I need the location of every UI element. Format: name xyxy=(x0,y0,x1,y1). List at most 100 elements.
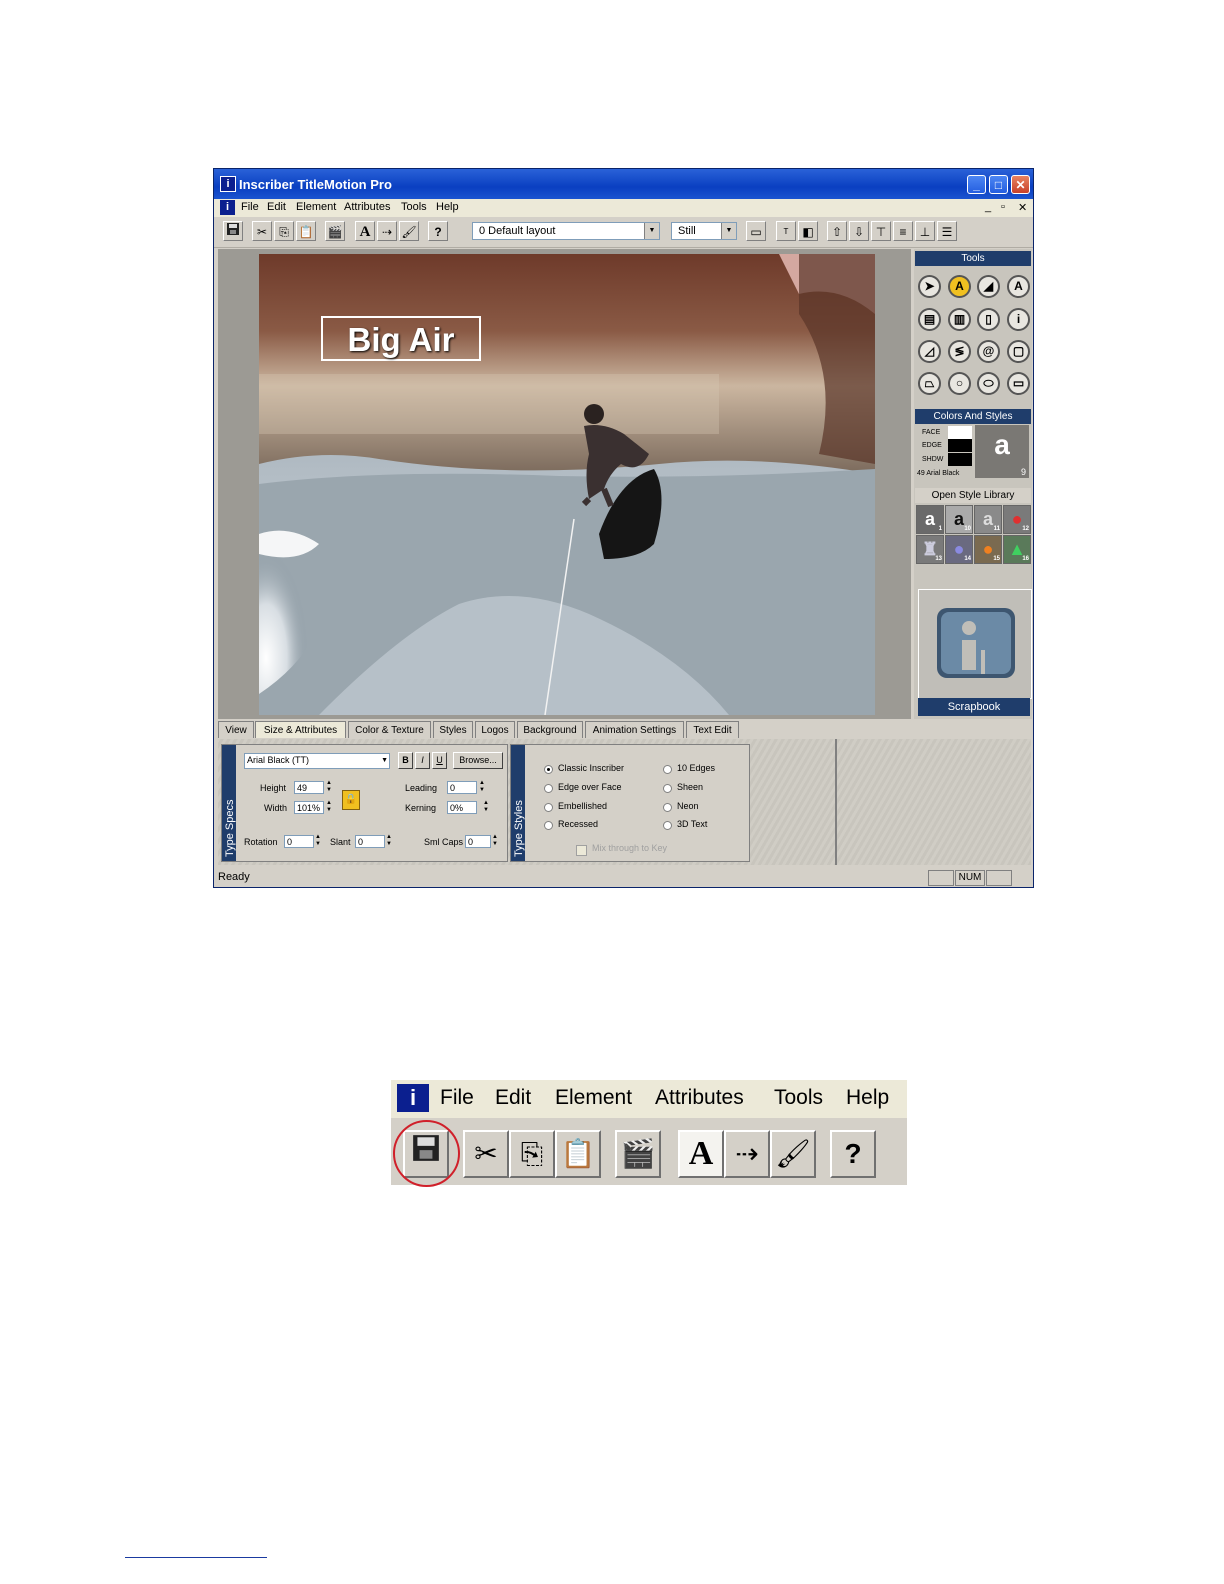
bring-forward-button[interactable]: ⇧ xyxy=(827,221,847,241)
menu-attributes[interactable]: Attributes xyxy=(344,201,390,213)
help-button[interactable]: ? xyxy=(830,1130,876,1178)
height-spinner[interactable]: ▲ ▼ xyxy=(325,780,333,794)
kerning-spinner[interactable]: ▲ ▼ xyxy=(482,800,490,814)
menu-file[interactable]: File xyxy=(241,201,259,213)
copy-button[interactable]: ⎘ xyxy=(274,221,294,241)
text-outline-tool-button[interactable]: A xyxy=(1007,275,1030,298)
tab-styles[interactable]: Styles xyxy=(433,721,473,738)
save-button[interactable] xyxy=(223,221,243,241)
rounded-rect-tool-button[interactable]: ▢ xyxy=(1007,340,1030,363)
text-tool-button[interactable]: A xyxy=(355,221,375,241)
mdi-restore-button[interactable]: ▫ xyxy=(1001,201,1005,213)
style-tile[interactable]: a 11 xyxy=(974,505,1002,534)
layout-dropdown[interactable]: 0 Default layout ▼ xyxy=(472,222,660,240)
logo-tool-button[interactable]: i xyxy=(1007,308,1030,331)
tab-color-texture[interactable]: Color & Texture xyxy=(348,721,431,738)
capsule-tool-button[interactable]: ▭ xyxy=(1007,372,1030,395)
align-middle-button[interactable]: ≡ xyxy=(893,221,913,241)
paste-button[interactable]: 📋 xyxy=(555,1130,601,1178)
text-safe-button[interactable]: T xyxy=(776,221,796,241)
edge-color-swatch[interactable] xyxy=(948,439,972,452)
menu-help[interactable]: Help xyxy=(436,201,459,213)
freeform-tool-button[interactable]: ≶ xyxy=(948,340,971,363)
width-spinner[interactable]: ▲ ▼ xyxy=(325,800,333,814)
ellipse-tool-button[interactable]: ⬭ xyxy=(977,372,1000,395)
leading-spinner[interactable]: ▲ ▼ xyxy=(478,780,486,794)
mdi-close-button[interactable]: ✕ xyxy=(1018,201,1027,214)
roll-tool-button[interactable]: ▥ xyxy=(948,308,971,331)
close-button[interactable]: ✕ xyxy=(1011,175,1030,194)
rotation-field[interactable]: 0 xyxy=(284,835,314,848)
mode-dropdown[interactable]: Still ▼ xyxy=(671,222,737,240)
width-field[interactable]: 101% xyxy=(294,801,324,814)
menu-file[interactable]: File xyxy=(440,1086,474,1110)
radio-edge-over-face[interactable] xyxy=(544,784,553,793)
kerning-field[interactable]: 0% xyxy=(447,801,477,814)
distribute-button[interactable]: ☰ xyxy=(937,221,957,241)
text-path-button[interactable]: ⇢ xyxy=(377,221,397,241)
menu-tools[interactable]: Tools xyxy=(774,1086,823,1110)
small-caps-field[interactable]: 0 xyxy=(465,835,491,848)
rotation-spinner[interactable]: ▲ ▼ xyxy=(314,834,322,848)
shapes-button[interactable]: ◧ xyxy=(798,221,818,241)
polygon-tool-button[interactable]: ⏢ xyxy=(918,372,941,395)
menu-edit[interactable]: Edit xyxy=(495,1086,531,1110)
style-tile[interactable]: ● 15 xyxy=(974,535,1002,564)
circle-tool-button[interactable]: ○ xyxy=(948,372,971,395)
paste-button[interactable]: 📋 xyxy=(296,221,316,241)
copy-button[interactable]: ⎘ xyxy=(509,1130,555,1178)
tab-text-edit[interactable]: Text Edit xyxy=(686,721,739,738)
minimize-button[interactable]: _ xyxy=(967,175,986,194)
frame-tool-button[interactable]: ▯ xyxy=(977,308,1000,331)
maximize-button[interactable]: □ xyxy=(989,175,1008,194)
height-field[interactable]: 49 xyxy=(294,781,324,794)
text-tool-button[interactable]: A xyxy=(678,1130,724,1178)
slant-spinner[interactable]: ▲ ▼ xyxy=(385,834,393,848)
style-tile[interactable]: a 10 xyxy=(945,505,973,534)
help-button[interactable]: ? xyxy=(428,221,448,241)
title-text-element[interactable]: Big Air xyxy=(321,316,481,361)
font-dropdown[interactable]: Arial Black (TT) ▼ xyxy=(244,753,390,769)
style-tile[interactable]: ● 14 xyxy=(945,535,973,564)
lock-icon[interactable]: 🔒 xyxy=(342,790,360,810)
send-backward-button[interactable]: ⇩ xyxy=(849,221,869,241)
radio-neon[interactable] xyxy=(663,803,672,812)
align-bottom-button[interactable]: ⊥ xyxy=(915,221,935,241)
text-box-tool-button[interactable]: A xyxy=(948,275,971,298)
menu-element[interactable]: Element xyxy=(296,201,336,213)
bold-button[interactable]: B xyxy=(398,752,413,769)
tab-view[interactable]: View xyxy=(218,721,254,738)
scrapbook-panel[interactable] xyxy=(918,589,1032,699)
radio-embellished[interactable] xyxy=(544,803,553,812)
mix-through-key-checkbox[interactable] xyxy=(576,845,587,856)
menu-tools[interactable]: Tools xyxy=(401,201,427,213)
brush-button[interactable]: 🖌 xyxy=(399,221,419,241)
style-tile[interactable]: ▲ 16 xyxy=(1003,535,1031,564)
clapboard-button[interactable]: 🎬 xyxy=(615,1130,661,1178)
menu-help[interactable]: Help xyxy=(846,1086,889,1110)
radio-10-edges[interactable] xyxy=(663,765,672,774)
radio-sheen[interactable] xyxy=(663,784,672,793)
cut-button[interactable]: ✂ xyxy=(463,1130,509,1178)
tab-background[interactable]: Background xyxy=(517,721,583,738)
video-frame[interactable]: Big Air xyxy=(259,254,875,715)
italic-button[interactable]: I xyxy=(415,752,430,769)
crawl-tool-button[interactable]: ▤ xyxy=(918,308,941,331)
align-top-button[interactable]: ⊤ xyxy=(871,221,891,241)
tab-logos[interactable]: Logos xyxy=(475,721,515,738)
style-tile[interactable]: a1 xyxy=(916,505,944,534)
leading-field[interactable]: 0 xyxy=(447,781,477,794)
menu-attributes[interactable]: Attributes xyxy=(655,1086,744,1110)
face-color-swatch[interactable] xyxy=(948,426,972,439)
text-path-button[interactable]: ⇢ xyxy=(724,1130,770,1178)
menu-element[interactable]: Element xyxy=(555,1086,632,1110)
browse-button[interactable]: Browse... xyxy=(453,752,503,769)
small-caps-spinner[interactable]: ▲ ▼ xyxy=(491,834,499,848)
mdi-minimize-button[interactable]: _ xyxy=(985,201,991,213)
clapboard-button[interactable]: 🎬 xyxy=(325,221,345,241)
cut-button[interactable]: ✂ xyxy=(252,221,272,241)
spiral-tool-button[interactable]: @ xyxy=(977,340,1000,363)
tab-animation-settings[interactable]: Animation Settings xyxy=(585,721,684,738)
tab-size-attributes[interactable]: Size & Attributes xyxy=(255,721,346,738)
brush-button[interactable]: 🖌 xyxy=(770,1130,816,1178)
